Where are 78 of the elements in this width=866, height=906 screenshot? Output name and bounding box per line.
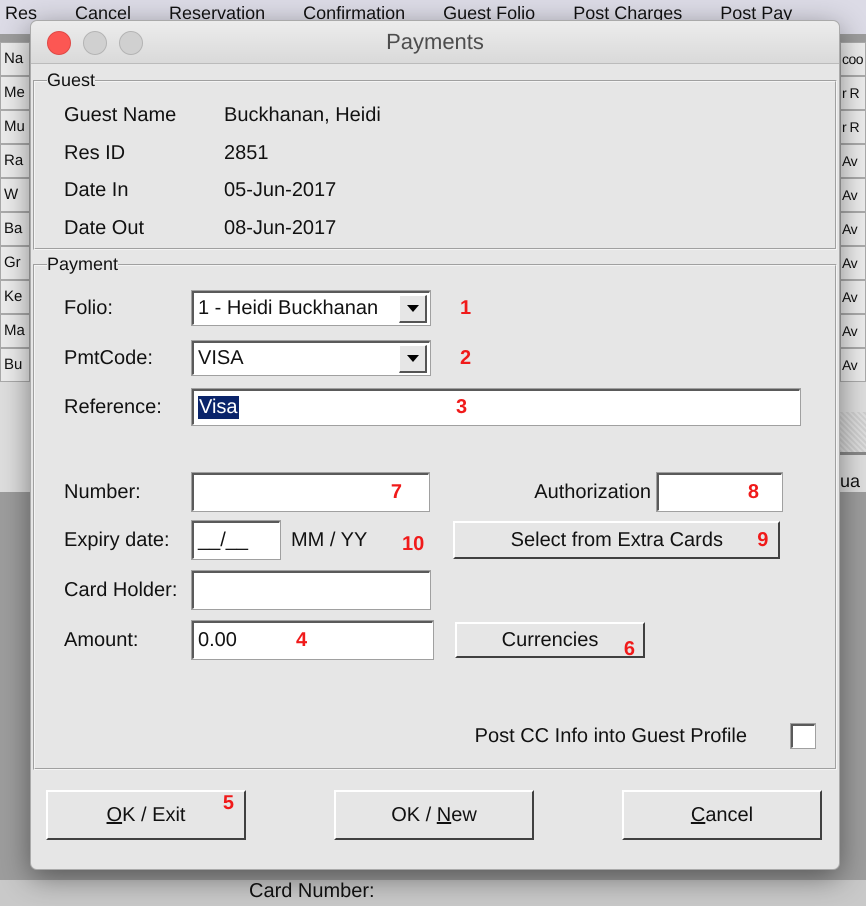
background-label: Card Number:	[249, 880, 375, 902]
amount-field[interactable]: 0.00 4	[192, 621, 433, 659]
authorization-field[interactable]: 8	[657, 473, 782, 511]
dialog-button[interactable]: Cancel	[622, 790, 822, 840]
group-title: Guest	[47, 70, 96, 91]
annotation-number: 7	[390, 481, 402, 504]
field-label: Date In	[64, 179, 130, 202]
menu-item[interactable]: Post Pay	[720, 3, 792, 24]
currencies-button[interactable]: Currencies 6	[455, 622, 645, 658]
table-cell: Me	[0, 76, 30, 110]
table-cell: Av	[840, 212, 866, 246]
table-cell: r R	[840, 110, 866, 144]
annotation-number: 3	[456, 396, 468, 419]
expiry-date-field[interactable]: __/__	[192, 521, 280, 559]
table-cell: Bu	[0, 348, 30, 382]
checkbox-label: Post CC Info into Guest Profile	[474, 724, 747, 748]
field-label: Expiry date:	[64, 528, 171, 552]
table-cell: Av	[840, 348, 866, 382]
table-cell: Mu	[0, 110, 30, 144]
table-cell: Ra	[0, 144, 30, 178]
field-label: Number:	[64, 480, 142, 504]
annotation-number: 10	[402, 533, 424, 556]
table-cell: Ke	[0, 280, 30, 314]
table-cell: Av	[840, 280, 866, 314]
table-cell: Na	[0, 42, 30, 76]
card-holder-field[interactable]	[192, 571, 430, 609]
annotation-number: 5	[222, 792, 234, 815]
field-label: Guest Name	[64, 104, 178, 128]
annotation-number: 1	[460, 296, 472, 320]
table-cell: coo	[840, 42, 866, 76]
field-value: 05-Jun-2017	[224, 179, 336, 202]
group-title: Payment	[47, 254, 118, 275]
field-label: Amount:	[64, 628, 140, 652]
folio-dropdown[interactable]: 1 - Heidi Buckhanan	[192, 291, 430, 325]
reference-field[interactable]: Visa 3	[192, 389, 800, 425]
table-cell: Av	[840, 178, 866, 212]
field-label: Card Holder:	[64, 578, 178, 602]
table-cell: r R	[840, 76, 866, 110]
menu-item[interactable]: Confirmation	[303, 3, 406, 24]
table-cell: Av	[840, 246, 866, 280]
dialog-button[interactable]: OK / Exit 5	[46, 790, 246, 840]
card-number-field[interactable]: 7	[192, 473, 429, 511]
dialog-button[interactable]: OK / New	[334, 790, 534, 840]
field-label: Folio:	[64, 296, 114, 320]
menu-item[interactable]: Reservation	[169, 3, 266, 24]
table-cell: Ma	[0, 314, 30, 348]
field-text: Visa	[198, 396, 239, 419]
table-cell: Av	[840, 144, 866, 178]
menu-item[interactable]: Cancel	[75, 3, 132, 24]
annotation-number: 2	[460, 346, 472, 370]
field-label: Date Out	[64, 216, 146, 240]
table-cell: Gr	[0, 246, 30, 280]
field-value: 2851	[224, 142, 268, 165]
post-cc-checkbox[interactable]	[791, 724, 815, 748]
field-label: Reference:	[64, 396, 163, 418]
field-label: PmtCode:	[64, 346, 154, 370]
annotation-number: 6	[624, 638, 635, 661]
field-label: Res ID	[64, 142, 126, 165]
field-value: 08-Jun-2017	[224, 216, 336, 240]
table-cell: Ba	[0, 212, 30, 246]
annotation-number: 9	[757, 529, 768, 552]
annotation-number: 8	[748, 481, 759, 504]
menu-item[interactable]: Res	[5, 3, 38, 24]
menu-item[interactable]: Guest Folio	[443, 3, 536, 24]
field-label: Authorization	[533, 480, 651, 504]
field-value: Buckhanan, Heidi	[224, 104, 381, 128]
table-cell: Av	[840, 314, 866, 348]
payment-code-dropdown[interactable]: VISA	[192, 341, 430, 375]
annotation-number: 4	[296, 629, 308, 652]
background-label: ua	[840, 471, 862, 492]
hatched-band	[840, 412, 866, 455]
format-hint: MM / YY	[291, 528, 368, 552]
select-extra-cards-button[interactable]: Select from Extra Cards 9	[453, 521, 780, 559]
menu-item[interactable]: Post Charges	[573, 3, 682, 24]
table-cell: W	[0, 178, 30, 212]
field-text: 0.00	[198, 629, 237, 652]
close-icon[interactable]	[47, 31, 71, 55]
window-title: Payments	[386, 29, 484, 55]
